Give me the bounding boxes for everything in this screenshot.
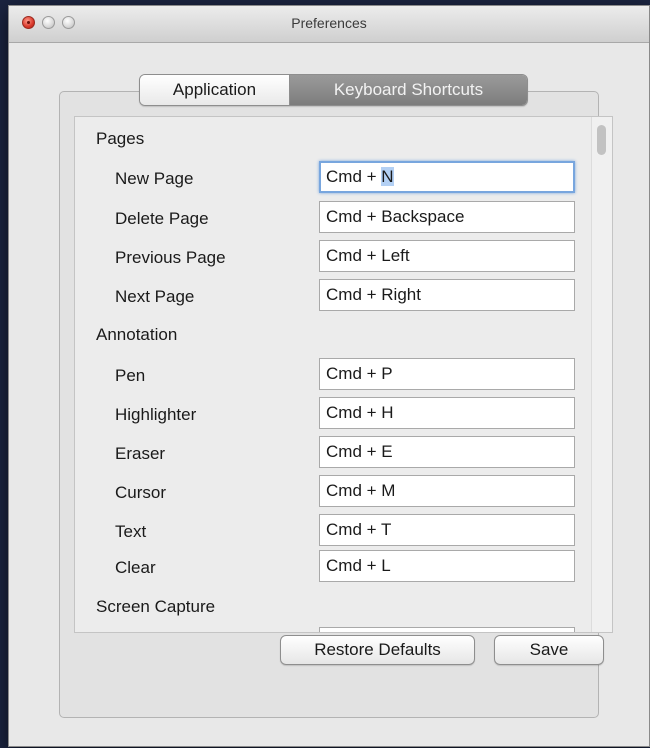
- shortcut-field-clear[interactable]: Cmd + L: [319, 550, 575, 582]
- section-title-pages: Pages: [96, 129, 145, 148]
- save-button[interactable]: Save: [494, 635, 604, 665]
- shortcut-field-eraser[interactable]: Cmd + E: [319, 436, 575, 468]
- tab-application[interactable]: Application: [140, 75, 290, 105]
- shortcut-field-partial[interactable]: [319, 627, 575, 632]
- label-next-page: Next Page: [115, 287, 195, 306]
- tab-bar: Application Keyboard Shortcuts: [139, 74, 528, 106]
- label-previous-page: Previous Page: [115, 248, 226, 267]
- shortcut-field-delete-page[interactable]: Cmd + Backspace: [319, 201, 575, 233]
- label-eraser: Eraser: [115, 444, 166, 463]
- label-pen: Pen: [115, 366, 146, 385]
- scrollbar-thumb[interactable]: [597, 125, 606, 155]
- shortcut-field-text[interactable]: Cmd + T: [319, 514, 575, 546]
- shortcut-field-next-page[interactable]: Cmd + Right: [319, 279, 575, 311]
- shortcut-field-highlighter[interactable]: Cmd + H: [319, 397, 575, 429]
- shortcuts-scroll-pane[interactable]: Pages New Page Cmd + N Delete Page Cmd +…: [74, 116, 613, 633]
- shortcut-prefix: Cmd +: [326, 167, 382, 186]
- preferences-window: Preferences Application Keyboard Shortcu…: [8, 5, 650, 747]
- shortcut-selected-text: N: [381, 167, 394, 186]
- vertical-scrollbar[interactable]: [591, 117, 612, 632]
- label-clear: Clear: [115, 558, 156, 577]
- restore-defaults-button[interactable]: Restore Defaults: [280, 635, 475, 665]
- label-highlighter: Highlighter: [115, 405, 197, 424]
- label-text: Text: [115, 522, 147, 541]
- shortcut-field-cursor[interactable]: Cmd + M: [319, 475, 575, 507]
- section-title-annotation: Annotation: [96, 325, 178, 344]
- window-title: Preferences: [291, 15, 367, 31]
- title-bar[interactable]: Preferences: [9, 6, 649, 43]
- shortcut-field-previous-page[interactable]: Cmd + Left: [319, 240, 575, 272]
- label-cursor: Cursor: [115, 483, 167, 502]
- label-new-page: New Page: [115, 169, 194, 188]
- shortcut-field-new-page[interactable]: Cmd + N: [319, 161, 575, 193]
- shortcut-field-pen[interactable]: Cmd + P: [319, 358, 575, 390]
- label-delete-page: Delete Page: [115, 209, 209, 228]
- section-title-screen-capture: Screen Capture: [96, 597, 216, 616]
- tab-keyboard-shortcuts[interactable]: Keyboard Shortcuts: [290, 75, 527, 105]
